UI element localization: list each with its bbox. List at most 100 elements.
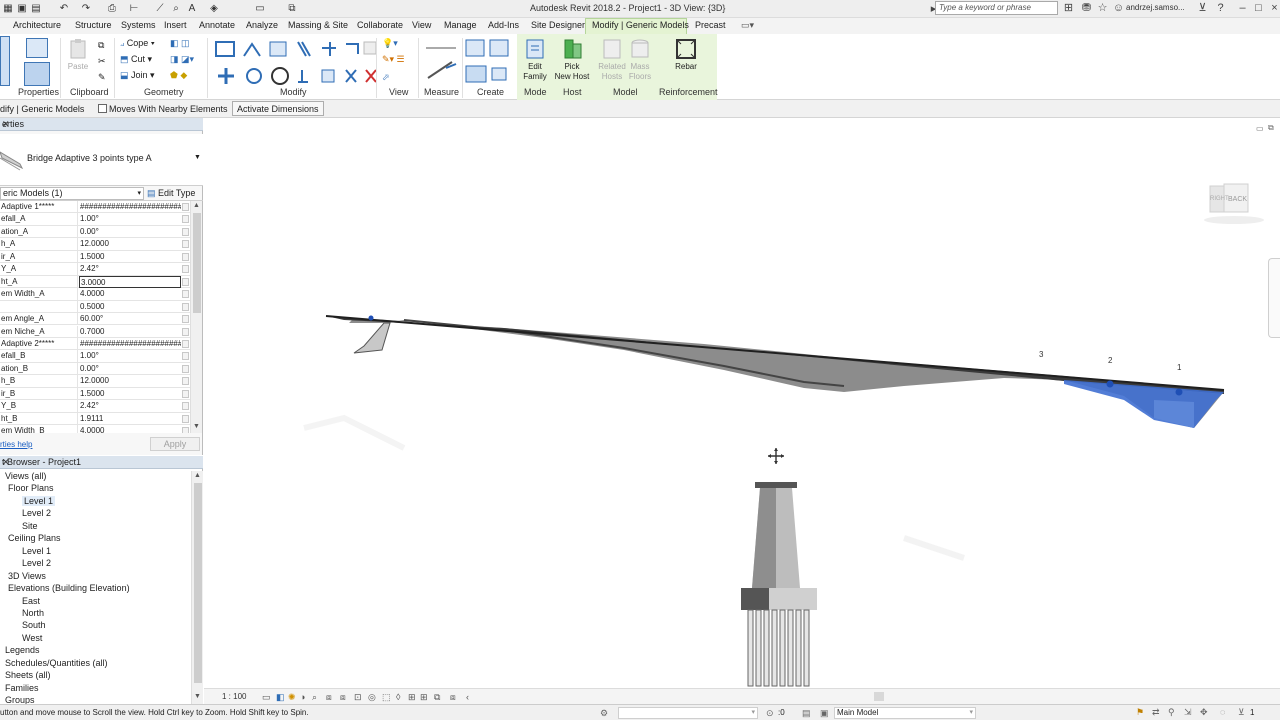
- detail-level-icon[interactable]: ▭: [262, 692, 271, 702]
- close-icon[interactable]: ×: [1268, 2, 1280, 15]
- property-row[interactable]: efall_A 1.00°: [0, 213, 190, 226]
- browser-node[interactable]: 3D Views: [8, 571, 46, 581]
- design-option-dropdown[interactable]: Main Model ▾: [834, 707, 976, 719]
- associate-parameter-button[interactable]: [182, 377, 189, 386]
- tag-icon[interactable]: ⌕: [170, 3, 182, 15]
- tab-systems[interactable]: Systems: [121, 20, 156, 30]
- tab-structure[interactable]: Structure: [75, 20, 112, 30]
- property-value[interactable]: 2.42°: [79, 263, 181, 275]
- property-value[interactable]: 1.5000: [79, 251, 181, 263]
- type-properties-icon[interactable]: [26, 38, 48, 58]
- render-icon[interactable]: ⌕: [312, 692, 317, 702]
- property-value[interactable]: 1.00°: [79, 350, 181, 362]
- open-icon[interactable]: ▤: [30, 3, 42, 15]
- text-icon[interactable]: A: [186, 3, 198, 15]
- select-links-icon[interactable]: ⚑: [1136, 707, 1144, 718]
- print-icon[interactable]: ⎙: [106, 3, 118, 15]
- associate-parameter-button[interactable]: [182, 427, 189, 433]
- browser-node[interactable]: Level 2: [22, 508, 51, 518]
- associate-parameter-button[interactable]: [182, 389, 189, 398]
- browser-node[interactable]: Families: [5, 683, 39, 693]
- property-row[interactable]: em Width_A 4.0000: [0, 288, 190, 301]
- close-icon[interactable]: ✕: [2, 119, 200, 130]
- moves-with-nearby-label[interactable]: Moves With Nearby Elements: [109, 104, 228, 114]
- browser-node[interactable]: Schedules/Quantities (all): [5, 658, 108, 668]
- property-row[interactable]: em Angle_A 60.00°: [0, 313, 190, 326]
- select-pinned-icon[interactable]: ⚲: [1168, 707, 1175, 718]
- browser-node[interactable]: Floor Plans: [8, 483, 54, 493]
- property-row[interactable]: Adaptive 1*****#########################…: [0, 201, 190, 214]
- sun-path-icon[interactable]: ✺: [288, 692, 296, 702]
- property-row[interactable]: em Niche_A 0.7000: [0, 325, 190, 338]
- browser-node[interactable]: Level 1: [22, 546, 51, 556]
- tab-add-ins[interactable]: Add-Ins: [488, 20, 519, 30]
- editable-only-icon[interactable]: ⊙: [766, 708, 774, 719]
- horizontal-scroll-thumb[interactable]: [874, 692, 884, 701]
- override-icon[interactable]: ✎▾ ☰: [382, 54, 405, 65]
- search-binoculars-icon[interactable]: ⊞: [1062, 2, 1075, 15]
- help-icon[interactable]: ?: [1214, 2, 1227, 15]
- property-value[interactable]: 1.00°: [79, 213, 181, 225]
- associate-parameter-button[interactable]: [182, 265, 189, 274]
- 3d-view-icon[interactable]: ◈: [208, 3, 220, 15]
- crop-view-icon[interactable]: ⧈: [326, 692, 332, 702]
- show-crop-icon[interactable]: ⧈: [340, 692, 346, 702]
- property-value[interactable]: ##########################: [79, 338, 181, 350]
- close-icon[interactable]: ✕: [2, 457, 200, 468]
- scroll-up-icon[interactable]: ▲: [194, 472, 201, 479]
- associate-parameter-button[interactable]: [182, 315, 189, 324]
- undo-icon[interactable]: ↶: [58, 3, 70, 15]
- temp-hide-icon[interactable]: ◎: [368, 692, 376, 702]
- browser-scrollbar[interactable]: ▲ ▼: [191, 471, 203, 704]
- cope-button[interactable]: ⟓ Cope ▾: [120, 38, 155, 49]
- property-row[interactable]: h_B 12.0000: [0, 375, 190, 388]
- maximize-icon[interactable]: □: [1252, 2, 1265, 15]
- property-value[interactable]: 60.00°: [79, 313, 181, 325]
- browser-node[interactable]: Views (all): [5, 471, 46, 481]
- edit-type-button[interactable]: ▤ Edit Type: [147, 187, 199, 200]
- bridge-model[interactable]: [204, 118, 1280, 704]
- cut-button[interactable]: ⬒ Cut ▾: [120, 54, 152, 65]
- filter-icon[interactable]: ⊻: [1238, 707, 1245, 718]
- property-row[interactable]: em Width_B 4.0000: [0, 425, 190, 433]
- tab-overflow-icon[interactable]: ▭▾: [741, 20, 754, 31]
- property-row[interactable]: efall_B 1.00°: [0, 350, 190, 363]
- property-value[interactable]: 2.42°: [79, 400, 181, 412]
- browser-node[interactable]: Level 1: [22, 495, 56, 506]
- associate-parameter-button[interactable]: [182, 402, 189, 411]
- associate-parameter-button[interactable]: [182, 215, 189, 224]
- pick-new-host-button[interactable]: Pick New Host: [552, 38, 592, 82]
- main-model-icon[interactable]: ▣: [820, 708, 829, 719]
- property-value[interactable]: 1.9111: [79, 413, 181, 425]
- browser-node[interactable]: Level 2: [22, 558, 51, 568]
- associate-parameter-button[interactable]: [182, 414, 189, 423]
- viewcube[interactable]: RIGHT BACK: [1204, 182, 1264, 228]
- browser-node[interactable]: West: [22, 633, 42, 643]
- property-value[interactable]: 0.00°: [79, 363, 181, 375]
- associate-parameter-button[interactable]: [182, 352, 189, 361]
- associate-parameter-button[interactable]: [182, 290, 189, 299]
- property-row[interactable]: ht_A 3.0000: [0, 275, 190, 289]
- favorites-icon[interactable]: ☆: [1096, 2, 1109, 15]
- modify-tools-icons[interactable]: [214, 38, 384, 86]
- search-input[interactable]: Type a keyword or phrase: [935, 1, 1058, 15]
- mass-floors-button[interactable]: Mass Floors: [626, 38, 654, 82]
- activate-dimensions-button[interactable]: Activate Dimensions: [232, 101, 324, 116]
- browser-node[interactable]: North: [22, 608, 44, 618]
- match-type-icon[interactable]: ✎: [98, 72, 106, 83]
- tab-insert[interactable]: Insert: [164, 20, 187, 30]
- worksharing-icon[interactable]: ◊: [396, 692, 400, 702]
- join-button[interactable]: ⬓ Join ▾: [120, 70, 155, 81]
- tab-precast[interactable]: Precast: [695, 20, 726, 30]
- tab-modify-generic-models[interactable]: Modify | Generic Models: [592, 20, 689, 30]
- reveal-constraints-icon[interactable]: ⧈: [450, 692, 456, 702]
- property-value[interactable]: 12.0000: [79, 238, 181, 250]
- associate-parameter-button[interactable]: [182, 203, 189, 211]
- navigation-bar[interactable]: [1268, 258, 1280, 338]
- modify-icon[interactable]: [0, 36, 10, 86]
- rebar-button[interactable]: Rebar: [670, 38, 702, 72]
- browser-node[interactable]: Elevations (Building Elevation): [8, 583, 130, 593]
- cart-icon[interactable]: ⊻: [1196, 2, 1209, 15]
- app-menu-icon[interactable]: ▦: [2, 3, 14, 15]
- design-options-icon[interactable]: ▤: [802, 708, 811, 719]
